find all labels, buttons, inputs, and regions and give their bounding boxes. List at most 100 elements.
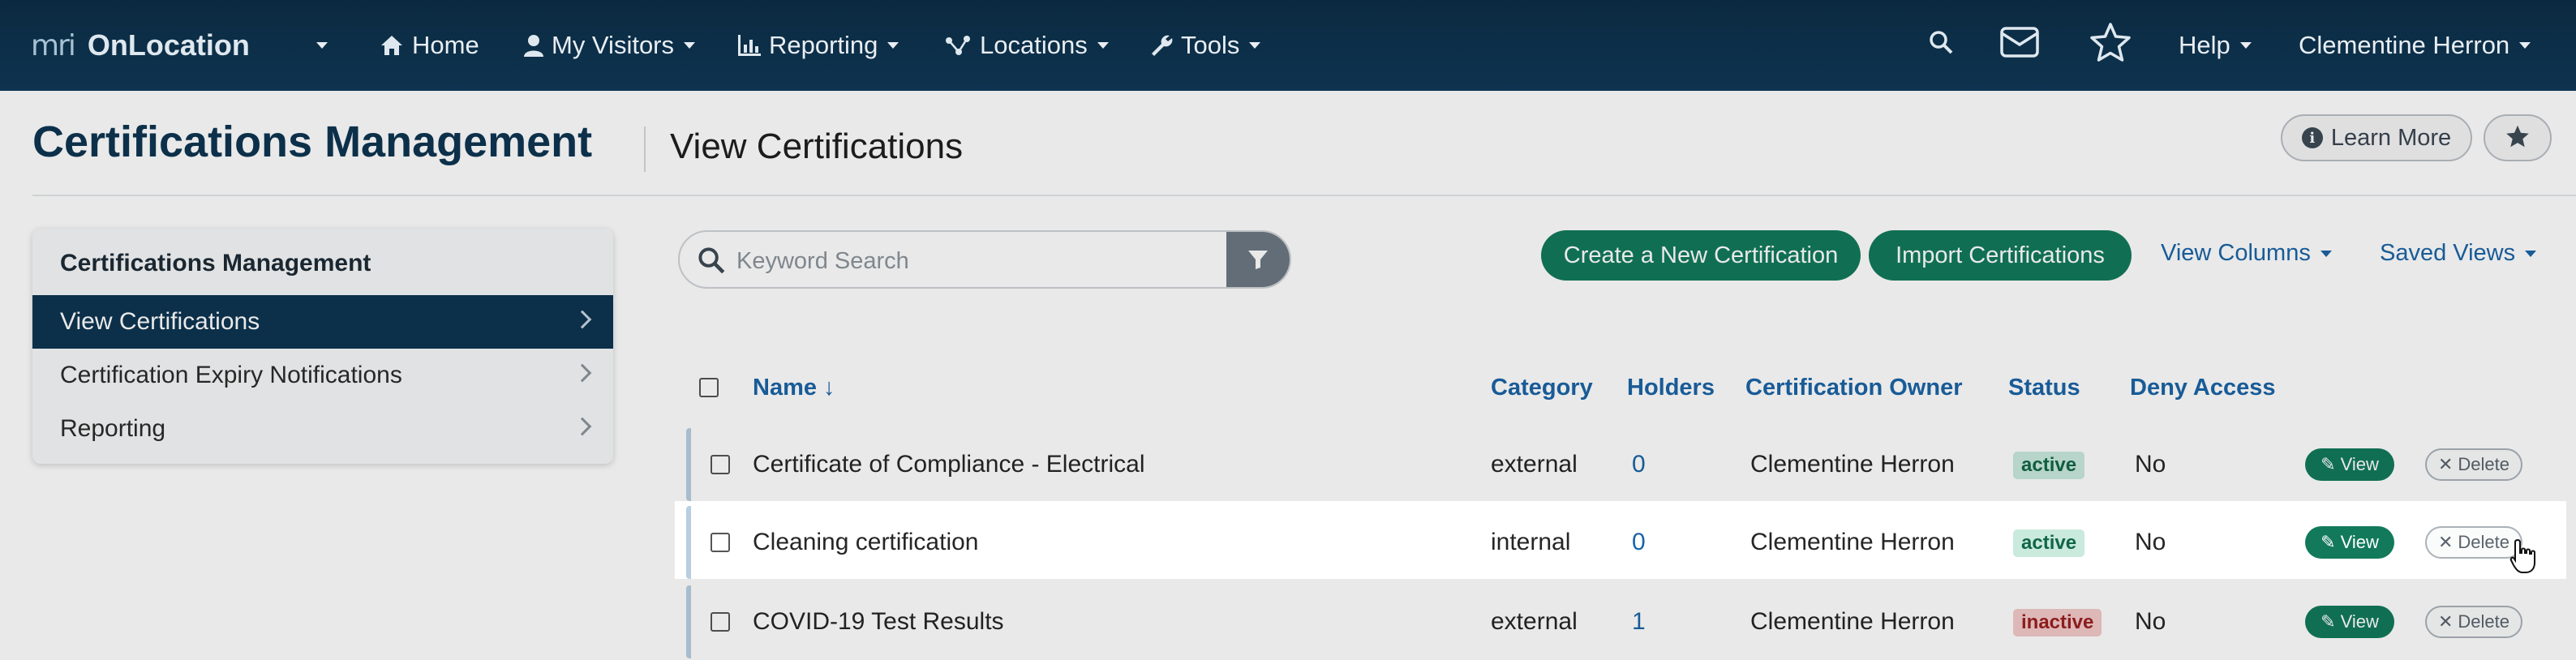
delete-button-label: Delete <box>2458 611 2510 632</box>
cell-deny-access: No <box>2135 529 2166 555</box>
edit-icon: ✎ <box>2321 454 2336 474</box>
column-header-category[interactable]: Category <box>1491 375 1593 401</box>
nav-user-label: Clementine Herron <box>2299 31 2510 59</box>
favorite-page-button[interactable] <box>2484 114 2552 161</box>
cell-holders-link[interactable]: 0 <box>1632 451 1646 478</box>
sidebar: Certifications Management View Certifica… <box>32 229 613 464</box>
nav-favorites-button[interactable] <box>2089 0 2132 91</box>
sidebar-item-reporting[interactable]: Reporting <box>32 402 613 456</box>
chevron-down-icon <box>2320 250 2332 257</box>
chevron-down-icon <box>2525 250 2537 257</box>
chevron-down-icon <box>1097 42 1109 49</box>
sidebar-item-label: Certification Expiry Notifications <box>60 362 402 388</box>
hand-cursor-icon <box>2509 538 2537 578</box>
nav-tools-label: Tools <box>1181 31 1240 59</box>
cell-owner: Clementine Herron <box>1750 529 1955 555</box>
view-button-label: View <box>2340 454 2379 474</box>
chevron-right-icon <box>573 310 592 329</box>
nav-locations-label: Locations <box>980 31 1088 59</box>
cell-category: external <box>1491 451 1578 478</box>
star-icon <box>2089 22 2132 69</box>
nav-locations[interactable]: Locations <box>944 0 1109 91</box>
cell-category: external <box>1491 608 1578 635</box>
nav-help[interactable]: Help <box>2179 0 2252 91</box>
chevron-down-icon <box>1249 42 1261 49</box>
column-header-name[interactable]: Name ↓ <box>753 375 835 401</box>
column-header-deny-access[interactable]: Deny Access <box>2130 375 2275 401</box>
view-columns-dropdown[interactable]: View Columns <box>2161 240 2332 267</box>
status-badge: inactive <box>2013 609 2102 636</box>
column-header-owner[interactable]: Certification Owner <box>1745 375 1963 401</box>
learn-more-label: Learn More <box>2330 124 2452 151</box>
nav-help-label: Help <box>2179 31 2230 59</box>
info-icon: i <box>2301 127 2323 148</box>
column-header-status[interactable]: Status <box>2008 375 2080 401</box>
chevron-right-icon <box>573 417 592 436</box>
sidebar-item-expiry-notifications[interactable]: Certification Expiry Notifications <box>32 349 613 402</box>
learn-more-button[interactable]: i Learn More <box>2281 114 2472 161</box>
delete-button[interactable]: ✕ Delete <box>2425 448 2522 481</box>
nav-reporting[interactable]: Reporting <box>738 0 899 91</box>
chevron-down-icon <box>316 42 328 49</box>
title-divider <box>644 126 646 172</box>
cell-category: internal <box>1491 529 1571 555</box>
nav-home[interactable]: Home <box>380 0 479 91</box>
star-icon <box>2505 124 2531 152</box>
cell-owner: Clementine Herron <box>1750 451 1955 478</box>
view-button[interactable]: ✎ View <box>2305 606 2394 638</box>
app-switcher-caret[interactable] <box>316 0 328 91</box>
saved-views-dropdown[interactable]: Saved Views <box>2380 240 2537 267</box>
view-button-label: View <box>2340 611 2379 632</box>
nav-reporting-label: Reporting <box>769 31 878 59</box>
view-button-label: View <box>2340 532 2379 552</box>
cell-holders-link[interactable]: 0 <box>1632 529 1646 556</box>
import-certifications-button[interactable]: Import Certifications <box>1869 230 2132 281</box>
nav-user-menu[interactable]: Clementine Herron <box>2299 0 2531 91</box>
cell-holders-link[interactable]: 1 <box>1632 608 1646 636</box>
sidebar-item-label: Reporting <box>60 415 166 442</box>
app-logo[interactable]: mri OnLocation <box>31 0 250 91</box>
delete-button-label: Delete <box>2458 532 2510 552</box>
page-subtitle: View Certifications <box>670 126 964 166</box>
row-checkbox[interactable] <box>711 455 730 474</box>
cell-deny-access: No <box>2135 608 2166 635</box>
row-checkbox[interactable] <box>711 533 730 552</box>
chevron-down-icon <box>684 42 696 49</box>
nav-my-visitors[interactable]: My Visitors <box>524 0 696 91</box>
nav-tools[interactable]: Tools <box>1150 0 1261 91</box>
view-button[interactable]: ✎ View <box>2305 526 2394 559</box>
nav-search-button[interactable] <box>1929 0 1953 91</box>
column-header-holders[interactable]: Holders <box>1627 375 1715 401</box>
nav-messages-button[interactable] <box>2000 0 2039 91</box>
close-icon: ✕ <box>2437 454 2454 474</box>
view-button[interactable]: ✎ View <box>2305 448 2394 481</box>
sidebar-item-label: View Certifications <box>60 308 260 335</box>
view-columns-label: View Columns <box>2161 240 2311 266</box>
table-row: Certificate of Compliance - Electrical e… <box>686 428 2552 501</box>
search-input[interactable]: Keyword Search <box>736 248 909 275</box>
filter-icon <box>1247 249 1269 274</box>
top-nav: mri OnLocation Home My Visitors Reportin… <box>0 0 2576 91</box>
chevron-down-icon <box>887 42 899 49</box>
status-badge: active <box>2013 529 2085 557</box>
search-icon <box>1929 30 1953 61</box>
cell-deny-access: No <box>2135 451 2166 478</box>
delete-button[interactable]: ✕ Delete <box>2425 606 2522 638</box>
chevron-down-icon <box>2239 42 2252 49</box>
table-row: Cleaning certification internal 0 Clemen… <box>686 506 2552 579</box>
sidebar-heading: Certifications Management <box>60 250 371 276</box>
cell-name: Cleaning certification <box>753 529 979 555</box>
edit-icon: ✎ <box>2321 532 2336 552</box>
wrench-icon <box>1150 34 1173 57</box>
filter-button[interactable] <box>1226 232 1290 287</box>
delete-button[interactable]: ✕ Delete <box>2425 526 2522 559</box>
create-certification-button[interactable]: Create a New Certification <box>1541 230 1861 281</box>
page-title: Certifications Management <box>32 118 593 166</box>
header-divider <box>32 195 2576 196</box>
search-icon <box>698 246 725 278</box>
select-all-checkbox[interactable] <box>699 378 719 397</box>
row-checkbox[interactable] <box>711 612 730 632</box>
table-row: COVID-19 Test Results external 1 Clement… <box>686 585 2552 658</box>
home-icon <box>380 34 404 57</box>
sidebar-item-view-certifications[interactable]: View Certifications <box>32 295 613 349</box>
